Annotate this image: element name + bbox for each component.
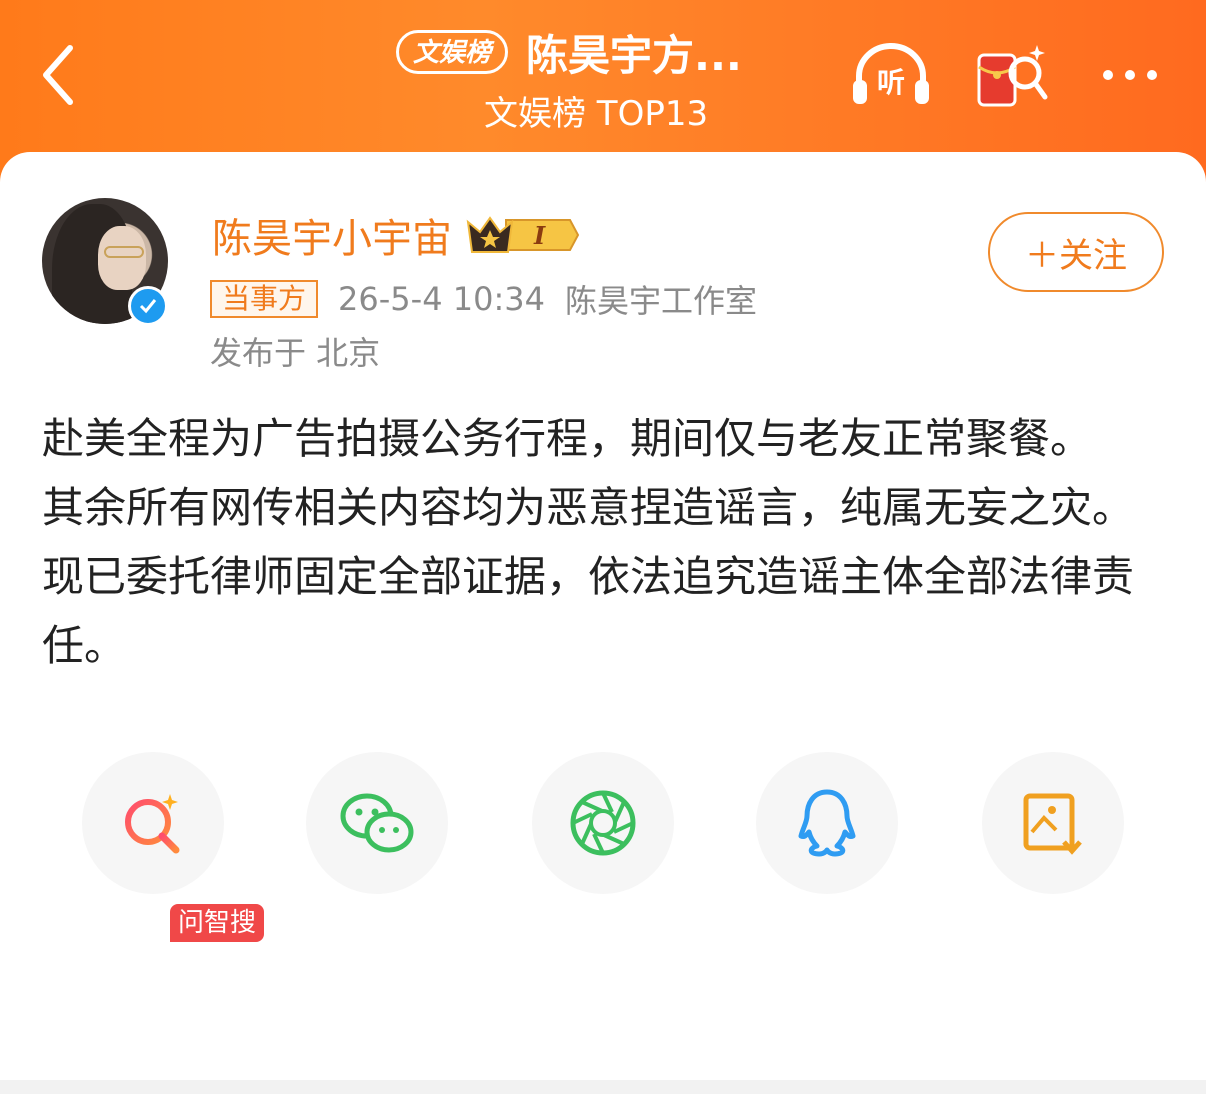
qq-share-button[interactable] — [756, 752, 898, 894]
qq-icon — [798, 789, 856, 857]
wechat-icon — [340, 793, 414, 853]
red-packet-search-icon — [977, 45, 1048, 107]
red-packet-search-button[interactable] — [968, 38, 1054, 112]
moments-share-button[interactable] — [532, 752, 674, 894]
post-meta: 当事方 26-5-4 10:34 陈昊宇工作室 — [210, 276, 757, 322]
post-source: 陈昊宇工作室 — [564, 282, 757, 320]
ai-search-icon — [125, 794, 180, 854]
back-arrow-icon — [43, 45, 73, 105]
title-row: 文娱榜 陈昊宇方... — [396, 24, 742, 80]
listen-button[interactable]: 听 — [848, 38, 934, 112]
more-icon-dot — [1125, 70, 1135, 80]
wechat-share-button[interactable] — [306, 752, 448, 894]
verified-icon — [128, 286, 168, 326]
save-image-icon — [1023, 793, 1082, 855]
post-body: 赴美全程为广告拍摄公务行程，期间仅与老友正常聚餐。 其余所有网传相关内容均为恶意… — [42, 404, 1152, 680]
follow-button[interactable]: ＋关注 — [988, 212, 1164, 292]
ai-search-button[interactable] — [82, 752, 224, 894]
author-row: 陈昊宇小宇宙 I — [212, 206, 580, 264]
member-crown-icon[interactable]: I — [466, 211, 580, 259]
avatar-face — [98, 226, 146, 290]
more-button[interactable] — [1090, 38, 1170, 112]
party-tag: 当事方 — [210, 280, 319, 318]
save-image-button[interactable] — [982, 752, 1124, 894]
avatar-glasses — [104, 246, 144, 258]
post-paragraph: 其余所有网传相关内容均为恶意捏造谣言，纯属无妄之灾。 — [42, 483, 1135, 532]
ai-search-tag: 问智搜 — [170, 904, 265, 942]
svg-text:听: 听 — [877, 66, 905, 99]
page-title: 陈昊宇方... — [526, 30, 742, 80]
post-timestamp: 26-5-4 10:34 — [338, 280, 545, 318]
moments-icon — [570, 790, 636, 856]
post-paragraph: 现已委托律师固定全部证据，依法追究造谣主体全部法律责任。 — [42, 552, 1135, 670]
more-icon-dot — [1147, 70, 1157, 80]
back-button[interactable] — [28, 40, 88, 110]
ranking-badge[interactable]: 文娱榜 — [396, 30, 509, 74]
post-location: 发布于 北京 — [210, 334, 381, 372]
page-subtitle[interactable]: 文娱榜 TOP13 — [484, 86, 708, 135]
more-icon — [1103, 70, 1113, 80]
svg-text:I: I — [533, 221, 546, 250]
author-name[interactable]: 陈昊宇小宇宙 — [212, 206, 452, 264]
post-paragraph: 赴美全程为广告拍摄公务行程，期间仅与老友正常聚餐。 — [42, 414, 1093, 463]
share-row — [0, 752, 1206, 902]
listen-icon: 听 — [853, 43, 929, 104]
